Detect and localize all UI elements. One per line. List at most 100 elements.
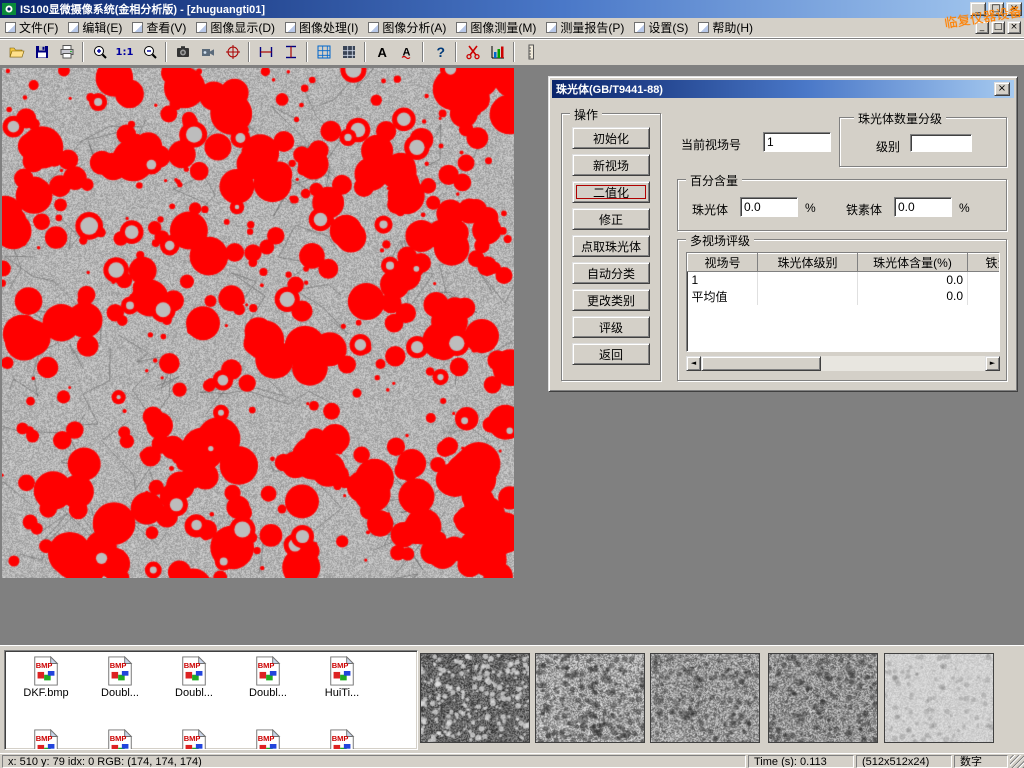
- table-hscrollbar: ◄ ►: [686, 356, 1000, 371]
- ruler-button[interactable]: [518, 40, 543, 64]
- new-field-button[interactable]: 新视场: [572, 154, 650, 176]
- menu-item-report[interactable]: 测量报告(P): [541, 19, 629, 37]
- col-pearlite-content[interactable]: 珠光体含量(%): [858, 254, 968, 272]
- thumbnail-2[interactable]: [535, 653, 645, 743]
- grid-dark-button[interactable]: [336, 40, 361, 64]
- capture-icon: [175, 44, 191, 60]
- text-button[interactable]: A: [369, 40, 394, 64]
- change-category-button[interactable]: 更改类别: [572, 289, 650, 311]
- toolbar: 1:1 A A ?: [0, 38, 1024, 66]
- pearlite-percent-input[interactable]: [740, 197, 798, 217]
- ferrite-percent-input[interactable]: [894, 197, 952, 217]
- table-row[interactable]: 1 0.0: [688, 272, 1001, 288]
- toolbar-separator: [422, 42, 424, 62]
- file-item[interactable]: Doubl...: [85, 656, 155, 699]
- level-input[interactable]: [910, 134, 972, 152]
- thumbnail-1[interactable]: [420, 653, 530, 743]
- menu-label: 图像分析(A): [382, 19, 446, 36]
- help-button[interactable]: ?: [427, 40, 452, 64]
- menu-item-image-display[interactable]: 图像显示(D): [191, 19, 280, 37]
- level-label: 级别: [876, 138, 900, 155]
- operation-group: 操作 初始化 新视场 二值化 修正 点取珠光体 自动分类 更改类别 评级 返回: [561, 113, 661, 381]
- scroll-right-button[interactable]: ►: [985, 356, 1000, 371]
- text-style-button[interactable]: A: [394, 40, 419, 64]
- camera-button[interactable]: [195, 40, 220, 64]
- file-name: Doubl...: [233, 687, 303, 699]
- file-item[interactable]: [11, 729, 81, 750]
- rate-button[interactable]: 评级: [572, 316, 650, 338]
- table-row[interactable]: 平均值 0.0: [688, 288, 1001, 305]
- zoom-out-icon: [142, 44, 158, 60]
- chart-icon: [490, 44, 506, 60]
- display-menu-icon: [196, 22, 207, 33]
- bmp-file-icon: [327, 729, 357, 750]
- menu-item-image-measure[interactable]: 图像测量(M): [451, 19, 541, 37]
- col-field-no[interactable]: 视场号: [688, 254, 758, 272]
- file-item[interactable]: Doubl...: [159, 656, 229, 699]
- multi-field-group-label: 多视场评级: [686, 232, 754, 249]
- open-button[interactable]: [4, 40, 29, 64]
- menu-item-edit[interactable]: 编辑(E): [63, 19, 127, 37]
- binarize-button[interactable]: 二值化: [572, 181, 650, 203]
- child-close-button[interactable]: ×: [1007, 21, 1021, 34]
- resize-grip[interactable]: [1010, 755, 1024, 768]
- return-button[interactable]: 返回: [572, 343, 650, 365]
- menu-item-help[interactable]: 帮助(H): [693, 19, 758, 37]
- file-item[interactable]: [233, 729, 303, 750]
- file-item[interactable]: HuiTi...: [307, 656, 377, 699]
- measure-horizontal-button[interactable]: [253, 40, 278, 64]
- grading-group: 珠光体数量分级 级别: [839, 117, 1007, 167]
- caliper-horizontal-icon: [258, 44, 274, 60]
- actual-size-button[interactable]: 1:1: [112, 40, 137, 64]
- file-item[interactable]: [159, 729, 229, 750]
- thumbnail-5[interactable]: [884, 653, 994, 743]
- menu-item-view[interactable]: 查看(V): [127, 19, 191, 37]
- pearlite-dialog-titlebar[interactable]: 珠光体(GB/T9441-88) ×: [552, 80, 1014, 98]
- scroll-thumb[interactable]: [701, 356, 821, 371]
- save-button[interactable]: [29, 40, 54, 64]
- print-button[interactable]: [54, 40, 79, 64]
- thumbnail-3[interactable]: [650, 653, 760, 743]
- toolbar-separator: [364, 42, 366, 62]
- menu-item-settings[interactable]: 设置(S): [629, 19, 693, 37]
- toolbar-separator: [248, 42, 250, 62]
- scroll-left-button[interactable]: ◄: [686, 356, 701, 371]
- toolbar-separator: [82, 42, 84, 62]
- menu-item-image-analysis[interactable]: 图像分析(A): [363, 19, 451, 37]
- menu-label: 帮助(H): [712, 19, 753, 36]
- measure-vertical-button[interactable]: [278, 40, 303, 64]
- file-item[interactable]: Doubl...: [233, 656, 303, 699]
- current-field-input[interactable]: [763, 132, 831, 152]
- menu-item-image-process[interactable]: 图像处理(I): [280, 19, 363, 37]
- ferrite-label: 铁素体: [846, 201, 882, 218]
- initialize-button[interactable]: 初始化: [572, 127, 650, 149]
- capture-button[interactable]: [170, 40, 195, 64]
- metallograph-image[interactable]: [2, 68, 514, 578]
- target-button[interactable]: [220, 40, 245, 64]
- file-item[interactable]: [307, 729, 377, 750]
- chart-button[interactable]: [485, 40, 510, 64]
- grading-group-label: 珠光体数量分级: [854, 110, 946, 127]
- print-icon: [59, 44, 75, 60]
- thumbnail-4[interactable]: [768, 653, 878, 743]
- menu-item-file[interactable]: 文件(F): [0, 19, 63, 37]
- multi-field-group: 多视场评级 视场号 珠光体级别 珠光体含量(%) 铁素 1 0.0: [677, 239, 1007, 381]
- col-ferrite[interactable]: 铁素: [968, 254, 1001, 272]
- cut-button[interactable]: [460, 40, 485, 64]
- zoom-out-button[interactable]: [137, 40, 162, 64]
- status-coords: x: 510 y: 79 idx: 0 RGB: (174, 174, 174): [2, 755, 746, 768]
- zoom-in-icon: [92, 44, 108, 60]
- correct-button[interactable]: 修正: [572, 208, 650, 230]
- pick-pearlite-button[interactable]: 点取珠光体: [572, 235, 650, 257]
- pearlite-dialog-close-button[interactable]: ×: [994, 82, 1010, 96]
- auto-classify-button[interactable]: 自动分类: [572, 262, 650, 284]
- pearlite-percent-sign: %: [805, 201, 816, 215]
- open-folder-icon: [9, 44, 25, 60]
- col-pearlite-level[interactable]: 珠光体级别: [758, 254, 858, 272]
- grid-button[interactable]: [311, 40, 336, 64]
- window-title: IS100显微摄像系统(金相分析版) - [zhuguangti01]: [20, 1, 265, 17]
- cell-ferrite: [968, 272, 1001, 288]
- file-item[interactable]: [85, 729, 155, 750]
- zoom-in-button[interactable]: [87, 40, 112, 64]
- file-item[interactable]: DKF.bmp: [11, 656, 81, 699]
